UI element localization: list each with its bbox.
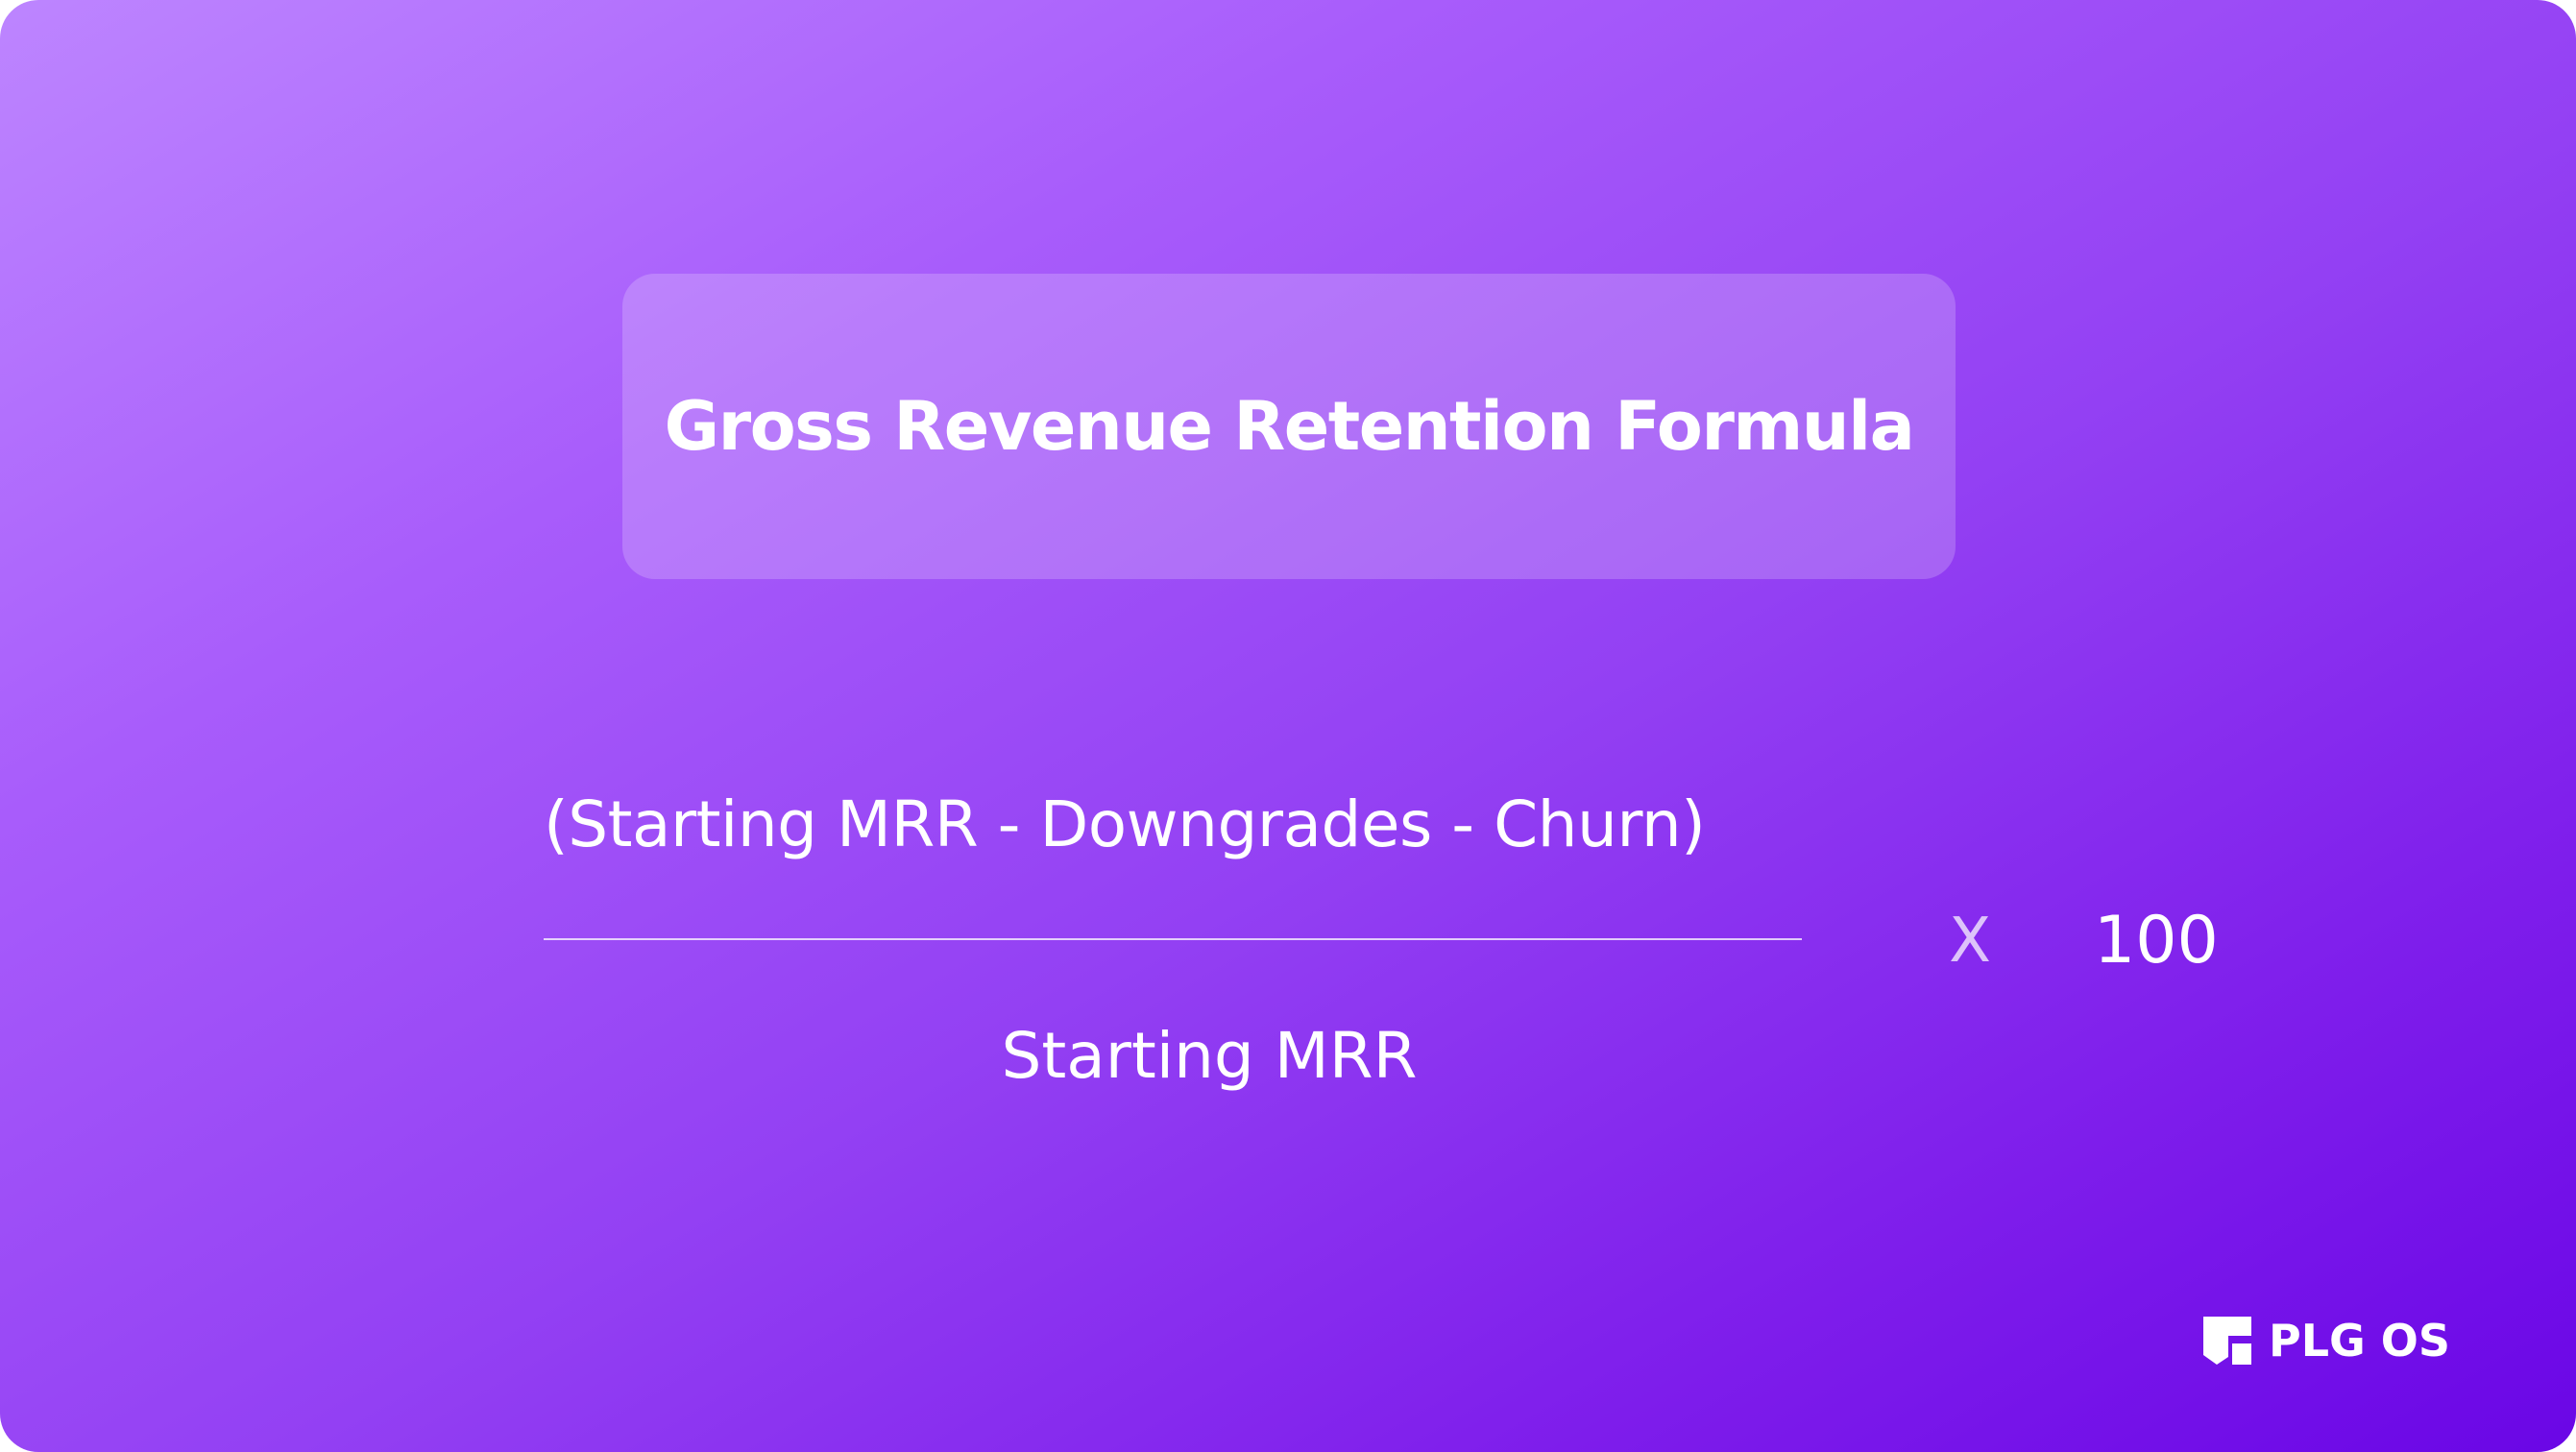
formula-denominator: Starting MRR: [1001, 1019, 1418, 1093]
page-title: Gross Revenue Retention Formula: [664, 387, 1915, 466]
formula-card: Gross Revenue Retention Formula (Startin…: [0, 0, 2576, 1452]
formula-multiplier: 100: [2094, 903, 2219, 979]
multiply-operator: X: [1949, 906, 1991, 977]
title-box: Gross Revenue Retention Formula: [622, 274, 1956, 579]
brand-logo: PLG OS: [2201, 1314, 2450, 1367]
plg-os-logo-icon: [2203, 1317, 2251, 1365]
fraction-divider: [544, 938, 1802, 940]
formula-numerator: (Starting MRR - Downgrades - Churn): [544, 787, 1706, 861]
brand-name: PLG OS: [2269, 1315, 2451, 1367]
